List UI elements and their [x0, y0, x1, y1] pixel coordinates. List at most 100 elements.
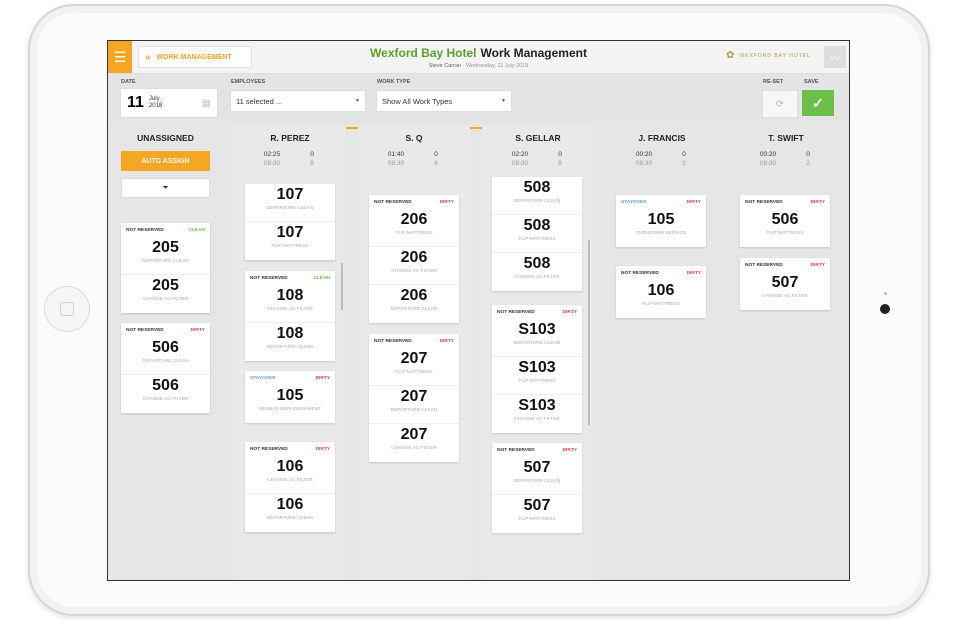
room-number: 506 [771, 211, 799, 228]
column-swift: T. SWIFT 00:20 08:30 0 2 NOT RESERVED DIRTY 506… [730, 125, 842, 580]
card-header: NOT RESERVED DIRTY [121, 323, 210, 337]
column-title: R. PEREZ [270, 133, 310, 143]
room-card[interactable]: NOT RESERVED DIRTY 507 CHANGE AC FILTER [740, 258, 830, 310]
time-stat: 02:25 08:30 [252, 151, 292, 167]
save-button[interactable]: ✓ [802, 90, 834, 116]
room-card[interactable]: STAYOVER DIRTY 105 TURNDOWN SERVICE [616, 195, 706, 247]
task-item[interactable]: 508 CHANGE AC FILTER [492, 253, 582, 291]
task-type: FLIP MATTRESS [518, 237, 556, 242]
room-state-badge: DIRTY [562, 310, 577, 315]
reservation-status: NOT RESERVED [126, 228, 164, 233]
room-state-badge: CLEAN [188, 228, 205, 233]
task-type: FLIP MATTRESS [518, 517, 556, 522]
room-number: 507 [523, 459, 551, 476]
scrollbar[interactable] [341, 263, 343, 310]
task-item[interactable]: S103 FLIP MATTRESS [492, 357, 582, 395]
room-state-badge: DIRTY [439, 200, 454, 205]
task-item[interactable]: 106 CHANGE AC FILTER [245, 456, 335, 494]
user-name: Steve Carran [428, 63, 462, 69]
task-item[interactable]: 107 DEPARTURE CLEAN [245, 184, 335, 222]
room-card[interactable]: 107 DEPARTURE CLEAN 107 FLIP MATTRESS [245, 184, 335, 260]
room-card[interactable]: NOT RESERVED DIRTY 506 FLIP MATTRESS [740, 195, 830, 247]
room-card[interactable]: NOT RESERVED CLEAN 108 CHANGE AC FILTER 108 D… [245, 271, 335, 361]
card-header: STAYOVER DIRTY [245, 371, 335, 385]
employees-select[interactable]: 11 selected ... ▼ [230, 90, 366, 112]
task-item[interactable]: 206 DEPARTURE CLEAN [369, 285, 459, 323]
task-type: CHANGE AC FILTER [514, 417, 560, 422]
app-header: ☰ « WORK MANAGEMENT Wexford Bay Hotel Wor… [108, 41, 849, 74]
task-item[interactable]: 506 CHANGE AC FILTER [121, 375, 210, 413]
task-item[interactable]: 105 MINIBAR REPLENISHMENT [245, 385, 335, 423]
auto-assign-button[interactable]: AUTO ASSIGN [121, 151, 210, 171]
task-item[interactable]: 506 FLIP MATTRESS [740, 209, 830, 247]
count-assigned: 0 [806, 151, 810, 158]
room-card[interactable]: 508 DEPARTURE CLEAN 508 FLIP MATTRESS 508 CHA… [492, 177, 582, 291]
task-item[interactable]: 206 CHANGE AC FILTER [369, 247, 459, 285]
task-type: CHANGE AC FILTER [514, 275, 560, 280]
caret-down-icon: ▼ [501, 98, 506, 104]
task-item[interactable]: 507 CHANGE AC FILTER [740, 272, 830, 310]
task-item[interactable]: 207 DEPARTURE CLEAN [369, 386, 459, 424]
count-stat: 08 [540, 151, 580, 167]
task-type: DEPARTURE CLEAN [513, 199, 561, 204]
scrollbar[interactable] [588, 240, 590, 425]
room-number: 108 [276, 325, 304, 342]
task-item[interactable]: S103 DEPARTURE CLEAN [492, 319, 582, 357]
date-picker[interactable]: 11 July 2018 ▦ [120, 88, 218, 118]
time-total: 08:30 [635, 160, 653, 167]
date-month: July [148, 96, 160, 102]
room-card[interactable]: NOT RESERVED DIRTY S103 DEPARTURE CLEAN S103… [492, 305, 582, 433]
task-item[interactable]: 206 FLIP MATTRESS [369, 209, 459, 247]
reset-button[interactable]: ⟳ [762, 90, 798, 118]
room-card[interactable]: NOT RESERVED CLEAN 205 DEPARTURE CLEAN 205 CH… [121, 223, 210, 313]
room-card[interactable]: NOT RESERVED DIRTY 206 FLIP MATTRESS 206 CHAN… [369, 195, 459, 323]
room-number: 507 [771, 274, 799, 291]
task-item[interactable]: 108 CHANGE AC FILTER [245, 285, 335, 323]
count-stat: 02 [664, 151, 704, 167]
room-state-badge: DIRTY [439, 339, 454, 344]
task-item[interactable]: 207 FLIP MATTRESS [369, 348, 459, 386]
room-card[interactable]: NOT RESERVED DIRTY 106 FLIP MATTRESS [616, 266, 706, 318]
calendar-icon: ▦ [201, 97, 211, 109]
home-button[interactable] [44, 286, 90, 332]
filter-button[interactable]: ⏷ [121, 178, 210, 198]
task-item[interactable]: 107 FLIP MATTRESS [245, 222, 335, 260]
count-assigned: 0 [682, 151, 686, 158]
task-item[interactable]: 507 DEPARTURE CLEAN [492, 457, 582, 495]
sensor-dot [884, 292, 887, 295]
room-state-badge: DIRTY [810, 263, 825, 268]
task-item[interactable]: 207 CHANGE AC FILTER [369, 424, 459, 462]
room-card[interactable]: NOT RESERVED DIRTY 507 DEPARTURE CLEAN 507 FL… [492, 443, 582, 533]
room-card[interactable]: STAYOVER DIRTY 105 MINIBAR REPLENISHMENT [245, 371, 335, 423]
task-type: DEPARTURE CLEAN [266, 206, 314, 211]
room-card[interactable]: NOT RESERVED DIRTY 207 FLIP MATTRESS 207 DEPA… [369, 334, 459, 462]
task-type: CHANGE AC FILTER [267, 478, 313, 483]
task-item[interactable]: 507 FLIP MATTRESS [492, 495, 582, 533]
task-item[interactable]: 205 DEPARTURE CLEAN [121, 237, 210, 275]
task-item[interactable]: 205 CHANGE AC FILTER [121, 275, 210, 313]
count-assigned: 0 [558, 151, 562, 158]
task-item[interactable]: 508 DEPARTURE CLEAN [492, 177, 582, 215]
task-type: FLIP MATTRESS [395, 370, 433, 375]
room-card[interactable]: NOT RESERVED DIRTY 106 CHANGE AC FILTER 106 D… [245, 442, 335, 532]
task-item[interactable]: 508 FLIP MATTRESS [492, 215, 582, 253]
room-number: 106 [647, 282, 675, 299]
worktype-label: WORK TYPE [377, 79, 411, 85]
task-item[interactable]: 106 FLIP MATTRESS [616, 280, 706, 318]
worktype-select[interactable]: Show All Work Types ▼ [376, 90, 512, 112]
room-state-badge: DIRTY [686, 200, 701, 205]
chart-icon[interactable]: 〰 [824, 46, 846, 68]
time-total: 08:30 [511, 160, 529, 167]
reservation-status: NOT RESERVED [126, 328, 164, 333]
task-item[interactable]: S103 CHANGE AC FILTER [492, 395, 582, 433]
worktype-value: Show All Work Types [382, 96, 453, 106]
subtitle: Steve Carran - Wednesday, 11 July 2018 [428, 63, 529, 69]
task-item[interactable]: 105 TURNDOWN SERVICE [616, 209, 706, 247]
count-total: 8 [310, 160, 314, 167]
room-state-badge: CLEAN [313, 276, 330, 281]
task-item[interactable]: 108 DEPARTURE CLEAN [245, 323, 335, 361]
task-item[interactable]: 106 DEPARTURE CLEAN [245, 494, 335, 532]
task-item[interactable]: 506 DEPARTURE CLEAN [121, 337, 210, 375]
reservation-status: NOT RESERVED [374, 339, 412, 344]
room-card[interactable]: NOT RESERVED DIRTY 506 DEPARTURE CLEAN 506 CH… [121, 323, 210, 413]
